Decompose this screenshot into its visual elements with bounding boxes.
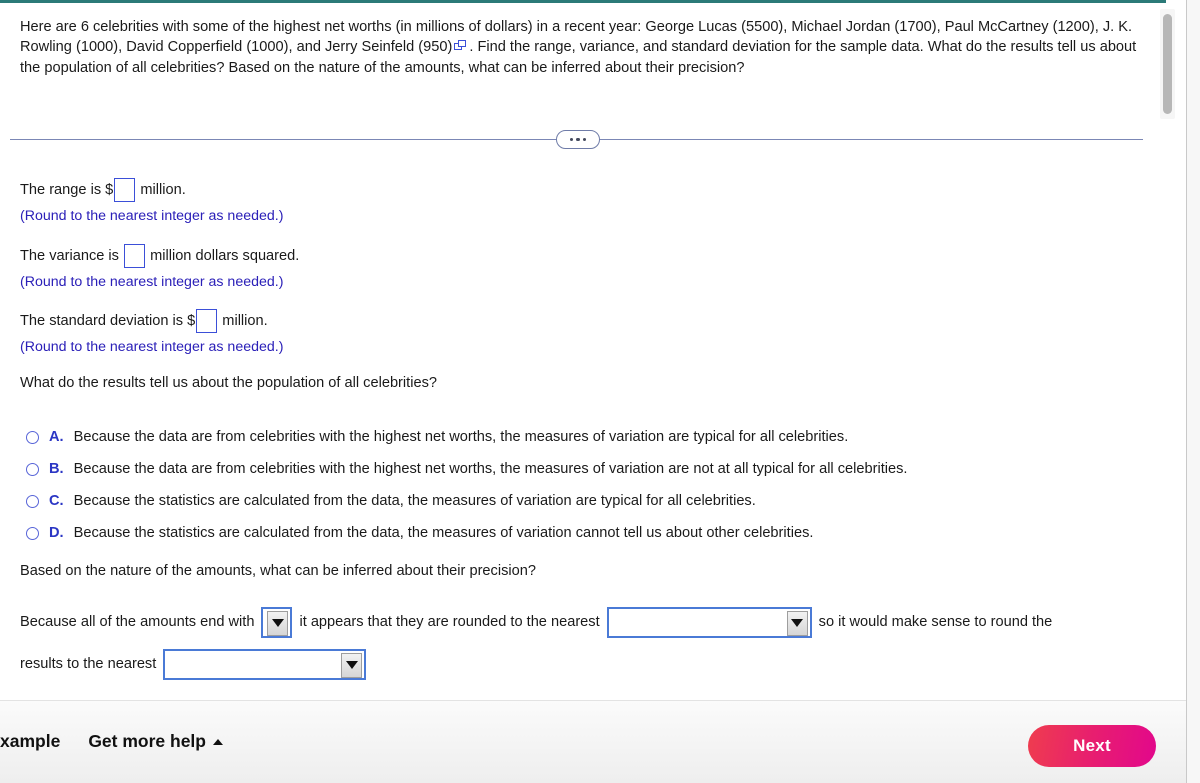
problem-statement: Here are 6 celebrities with some of the … xyxy=(20,17,1140,78)
mc-choice-list: A. Because the data are from celebrities… xyxy=(26,421,1126,549)
mc-choice-d[interactable]: D. Because the statistics are calculated… xyxy=(26,517,1126,549)
range-round-hint: (Round to the nearest integer as needed.… xyxy=(20,208,284,224)
mc-choice-c[interactable]: C. Because the statistics are calculated… xyxy=(26,485,1126,517)
precision-segment-2: it appears that they are rounded to the … xyxy=(299,614,600,630)
mc-choice-b-text: Because the data are from celebrities wi… xyxy=(73,461,908,477)
dot-icon xyxy=(576,137,580,142)
standard-deviation-round-hint: (Round to the nearest integer as needed.… xyxy=(20,339,284,355)
caret-up-icon xyxy=(212,738,223,745)
mc-choice-a-text: Because the data are from celebrities wi… xyxy=(73,429,849,445)
radio-icon-b[interactable] xyxy=(26,462,39,476)
dot-icon xyxy=(583,137,587,142)
more-options-ellipsis-button[interactable] xyxy=(556,130,600,149)
section-divider xyxy=(10,130,1143,150)
precision-question-prompt: Based on the nature of the amounts, what… xyxy=(20,563,536,579)
next-button[interactable]: Next xyxy=(1028,725,1156,767)
standard-deviation-input[interactable] xyxy=(196,309,218,333)
mc-choice-c-letter: C. xyxy=(49,493,64,509)
precision-select-3[interactable] xyxy=(163,648,367,680)
precision-select-1[interactable] xyxy=(261,606,293,638)
variance-prefix-label: The variance is xyxy=(20,248,124,264)
range-input[interactable] xyxy=(114,178,136,202)
answer-group-variance: The variance is million dollars squared.… xyxy=(20,244,299,292)
vertical-scrollbar[interactable] xyxy=(1160,9,1175,119)
chevron-down-icon xyxy=(786,610,808,636)
view-an-example-label: xample xyxy=(0,731,61,751)
answer-group-range: The range is $ million. (Round to the ne… xyxy=(20,178,283,226)
dot-icon xyxy=(569,137,573,142)
precision-segment-4: results to the nearest xyxy=(20,656,157,672)
mc-choice-a-letter: A. xyxy=(49,429,64,445)
chevron-down-icon xyxy=(341,652,363,678)
answer-line-variance: The variance is million dollars squared. xyxy=(20,244,299,268)
mc-choice-a[interactable]: A. Because the data are from celebrities… xyxy=(26,421,1126,453)
range-prefix-label: The range is $ xyxy=(20,182,114,198)
precision-fill-in-sentence: Because all of the amounts end with it ap… xyxy=(20,601,1145,685)
mc-choice-b[interactable]: B. Because the data are from celebrities… xyxy=(26,453,1126,485)
scrollbar-thumb[interactable] xyxy=(1163,14,1172,114)
precision-select-2[interactable] xyxy=(606,606,812,638)
mc-question-prompt: What do the results tell us about the po… xyxy=(20,375,437,391)
mc-choice-d-letter: D. xyxy=(49,525,64,541)
answer-group-standard-deviation: The standard deviation is $ million. (Ro… xyxy=(20,309,283,357)
standard-deviation-prefix-label: The standard deviation is $ xyxy=(20,313,196,329)
footer-bar: xample Get more help xyxy=(0,700,1186,783)
precision-segment-1: Because all of the amounts end with xyxy=(20,614,255,630)
chevron-down-icon xyxy=(267,610,289,636)
page-right-edge xyxy=(1186,0,1200,783)
mc-choice-c-text: Because the statistics are calculated fr… xyxy=(73,493,756,509)
precision-segment-3: so it would make sense to round the xyxy=(818,614,1053,630)
radio-icon-d[interactable] xyxy=(26,526,39,540)
standard-deviation-suffix-label: million. xyxy=(218,313,268,329)
footer-actions: xample Get more help xyxy=(0,731,223,752)
variance-suffix-label: million dollars squared. xyxy=(146,248,300,264)
get-more-help-button[interactable]: Get more help xyxy=(88,731,223,752)
question-scroll-region: Here are 6 celebrities with some of the … xyxy=(0,3,1186,700)
get-more-help-label: Get more help xyxy=(88,731,206,751)
answer-line-range: The range is $ million. xyxy=(20,178,283,202)
variance-input[interactable] xyxy=(124,244,146,268)
radio-icon-a[interactable] xyxy=(26,430,39,444)
answer-line-standard-deviation: The standard deviation is $ million. xyxy=(20,309,283,333)
popup-window-icon[interactable] xyxy=(454,40,467,52)
range-suffix-label: million. xyxy=(136,182,186,198)
page-right-edge-fill xyxy=(1187,0,1200,783)
mc-choice-d-text: Because the statistics are calculated fr… xyxy=(73,525,814,541)
radio-icon-c[interactable] xyxy=(26,494,39,508)
mc-choice-b-letter: B. xyxy=(49,461,64,477)
variance-round-hint: (Round to the nearest integer as needed.… xyxy=(20,274,284,290)
view-an-example-button[interactable]: xample xyxy=(0,731,60,752)
question-page: Here are 6 celebrities with some of the … xyxy=(0,0,1200,783)
